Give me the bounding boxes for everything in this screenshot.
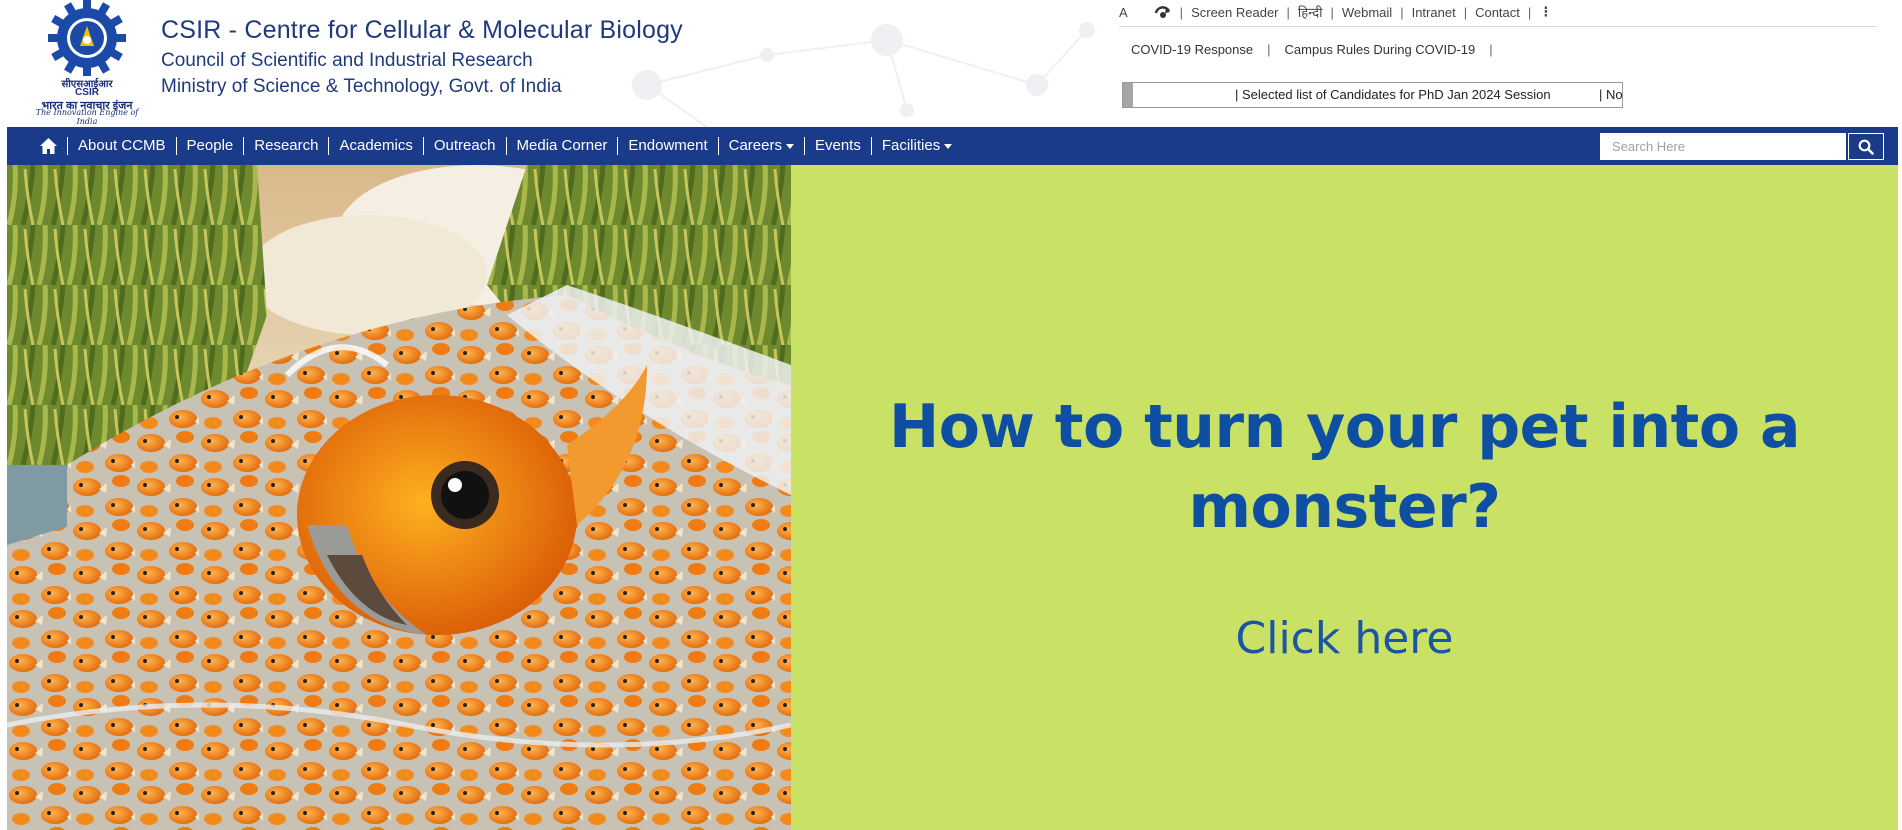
nav-item-label: Outreach xyxy=(433,137,496,154)
logo-acronym: CSIR xyxy=(75,87,99,98)
nav-outreach[interactable]: Outreach xyxy=(422,137,506,155)
covid-links: COVID-19 Response | Campus Rules During … xyxy=(1131,42,1507,57)
screen-reader-link[interactable]: Screen Reader xyxy=(1191,5,1278,20)
hero-headline: How to turn your pet into a monster? xyxy=(791,387,1898,547)
hero-slider: How to turn your pet into a monster? Cli… xyxy=(7,165,1898,830)
site-subtitle-council: Council of Scientific and Industrial Res… xyxy=(161,50,533,71)
nav-items: About CCMB People Research Academics Out… xyxy=(35,127,962,165)
nav-item-label: About CCMB xyxy=(78,137,166,154)
page: सीएसआईआर CSIR भारत का नवाचार इंजन The In… xyxy=(0,0,1902,830)
nav-item-label: Facilities xyxy=(881,137,941,154)
separator: | xyxy=(1179,4,1184,20)
search-input[interactable] xyxy=(1600,133,1846,160)
webmail-link[interactable]: Webmail xyxy=(1342,5,1392,20)
campus-rules-link[interactable]: Campus Rules During COVID-19 xyxy=(1285,42,1476,57)
nav-item-label: Academics xyxy=(339,137,413,154)
caret-down-icon xyxy=(785,143,794,149)
site-subtitle-ministry: Ministry of Science & Technology, Govt. … xyxy=(161,76,562,97)
home-icon[interactable] xyxy=(35,135,61,157)
separator: | xyxy=(1463,4,1468,20)
hero-headline-line1: How to turn your pet into a xyxy=(889,392,1800,462)
right-margin xyxy=(1898,0,1902,830)
nav-item-label: Research xyxy=(254,137,319,154)
csir-emblem-icon xyxy=(48,0,126,76)
covid-response-link[interactable]: COVID-19 Response xyxy=(1131,42,1253,57)
nav-facilities[interactable]: Facilities xyxy=(870,137,962,155)
nav-events[interactable]: Events xyxy=(803,137,871,155)
separator: | xyxy=(1489,42,1493,57)
site-title[interactable]: CSIR - Centre for Cellular & Molecular B… xyxy=(161,16,683,45)
hindi-link[interactable]: हिन्दी xyxy=(1298,3,1323,21)
intranet-link[interactable]: Intranet xyxy=(1412,5,1456,20)
caret-down-icon xyxy=(944,143,953,149)
nav-item-label: People xyxy=(186,137,234,154)
contact-link[interactable]: Contact xyxy=(1475,5,1520,20)
nav-research[interactable]: Research xyxy=(243,137,328,155)
contrast-icon[interactable] xyxy=(1154,4,1172,20)
nav-people[interactable]: People xyxy=(175,137,244,155)
utility-divider xyxy=(1119,26,1877,27)
hero-click-here-link[interactable]: Click here xyxy=(791,613,1898,664)
more-menu-icon[interactable]: ⋮ xyxy=(1539,4,1552,20)
hero-promo-panel[interactable]: How to turn your pet into a monster? Cli… xyxy=(791,165,1898,830)
site-header: सीएसआईआर CSIR भारत का नवाचार इंजन The In… xyxy=(7,0,1898,127)
nav-about-ccmb[interactable]: About CCMB xyxy=(67,137,176,155)
search-button[interactable] xyxy=(1848,133,1884,160)
nav-academics[interactable]: Academics xyxy=(328,137,422,155)
news-ticker[interactable]: | Selected list of Candidates for PhD Ja… xyxy=(1122,82,1623,108)
nav-endowment[interactable]: Endowment xyxy=(617,137,717,155)
ticker-handle[interactable] xyxy=(1123,83,1133,107)
csir-logo[interactable]: सीएसआईआर CSIR भारत का नवाचार इंजन The In… xyxy=(35,0,139,126)
separator: | xyxy=(1286,4,1290,20)
separator: | xyxy=(1330,4,1334,20)
search-box xyxy=(1600,133,1884,160)
nav-item-label: Media Corner xyxy=(516,137,608,154)
nav-careers[interactable]: Careers xyxy=(717,137,804,155)
nav-item-label: Endowment xyxy=(628,137,708,154)
main-nav: About CCMB People Research Academics Out… xyxy=(7,127,1898,165)
hero-image[interactable] xyxy=(7,165,791,830)
hero-headline-line2: monster? xyxy=(1188,472,1501,542)
search-icon xyxy=(1858,139,1874,155)
separator: | xyxy=(1267,42,1271,57)
nav-item-label: Careers xyxy=(728,137,782,154)
nav-media-corner[interactable]: Media Corner xyxy=(505,137,618,155)
font-size-toggle[interactable]: A xyxy=(1119,5,1128,20)
ticker-item[interactable]: | Selected list of Candidates for PhD Ja… xyxy=(1235,87,1551,102)
nav-item-label: Events xyxy=(814,137,861,154)
utility-links: A | Screen Reader | हिन्दी | Webmail | I… xyxy=(1119,2,1552,22)
separator: | xyxy=(1527,4,1532,20)
goldfish-illustration xyxy=(7,165,791,830)
ticker-item-next[interactable]: | No xyxy=(1599,87,1622,102)
logo-tagline: The Innovation Engine of India xyxy=(35,108,139,126)
separator: | xyxy=(1400,4,1404,20)
